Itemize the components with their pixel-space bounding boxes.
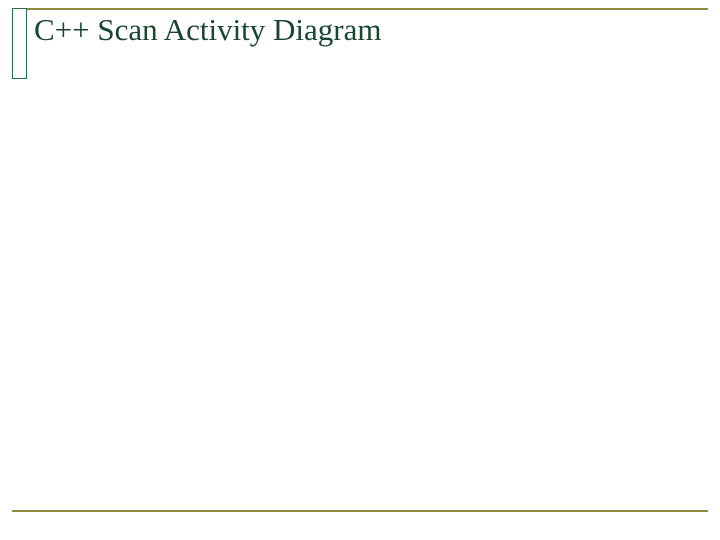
slide-title: C++ Scan Activity Diagram — [34, 12, 698, 48]
slide-container: C++ Scan Activity Diagram — [12, 8, 708, 512]
top-rule-line — [12, 8, 708, 10]
bottom-rule-line — [12, 510, 708, 512]
accent-box — [12, 8, 27, 79]
